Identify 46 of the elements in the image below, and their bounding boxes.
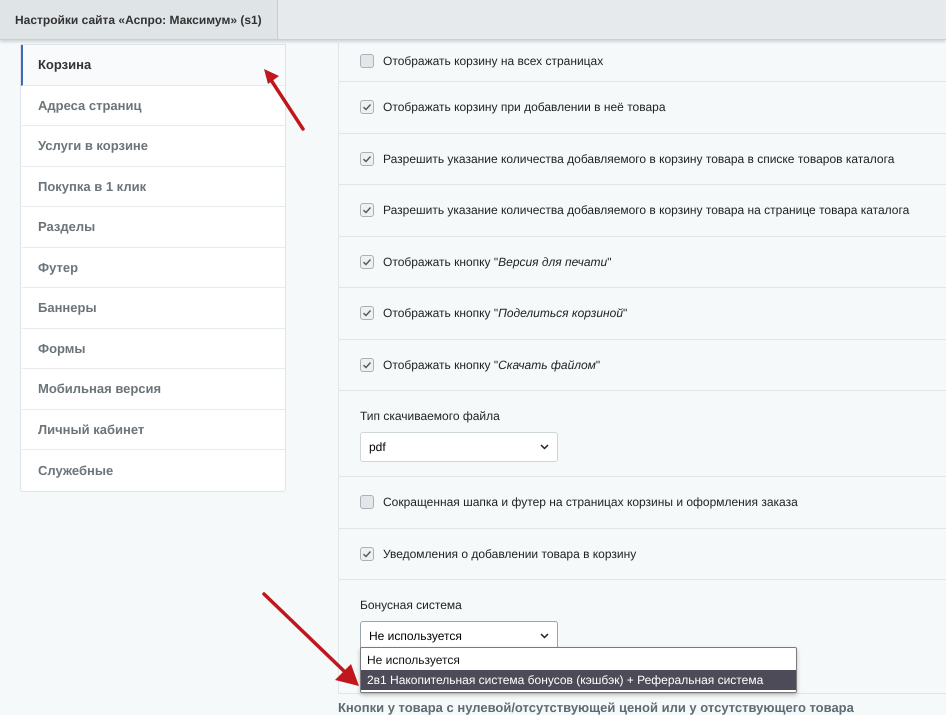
field-label: Тип скачиваемого файла xyxy=(360,408,500,425)
chevron-icon xyxy=(540,444,549,450)
field-label: Бонусная система xyxy=(360,597,462,614)
checkbox[interactable] xyxy=(360,546,374,561)
sidebar-item[interactable]: Мобильная версия xyxy=(21,369,285,410)
sidebar-item[interactable]: Футер xyxy=(21,248,285,288)
checkbox[interactable] xyxy=(360,306,374,320)
option-label: Сокращенная шапка и футер на страницах корзины и оформления заказа xyxy=(383,494,798,512)
option-label: Разрешить указание количества добавляемого в корзину товара на странице товара каталога xyxy=(383,202,910,220)
checkmark-icon xyxy=(362,548,372,559)
settings-tab[interactable]: Настройки сайта «Аспро: Максимум» (s1) xyxy=(0,0,278,39)
dropdown-option[interactable]: 2в1 Накопительная система бонусов (кэшбэк) + Реферальная система xyxy=(361,670,796,690)
option-label: Отображать корзину при добавлении в неё товара xyxy=(383,99,666,116)
checkbox[interactable] xyxy=(360,152,374,166)
checkbox[interactable] xyxy=(360,54,374,68)
checkbox[interactable] xyxy=(360,495,374,510)
checkmark-icon xyxy=(362,154,372,164)
chevron-icon xyxy=(540,633,549,639)
checkmark-icon xyxy=(362,102,372,112)
sidebar-item[interactable]: Услуги в корзине xyxy=(21,126,285,166)
option-label: Уведомления о добавлении товара в корзину xyxy=(383,546,636,563)
checkmark-icon xyxy=(362,308,372,318)
sidebar-item[interactable]: Баннеры xyxy=(21,288,285,328)
checkbox[interactable] xyxy=(360,358,374,372)
dropdown-select[interactable]: pdf xyxy=(360,432,558,462)
sidebar-item[interactable]: Разделы xyxy=(21,207,285,248)
sidebar-item[interactable]: Корзина xyxy=(21,45,285,86)
checkmark-icon xyxy=(362,205,372,216)
sidebar-item[interactable]: Адреса страниц xyxy=(21,86,285,126)
option-label: Отображать кнопку "Скачать файлом" xyxy=(383,356,600,374)
option-label: Разрешить указание количества добавляемого в корзину товара в списке товаров каталога xyxy=(383,150,894,168)
option-label: Отображать корзину на всех страницах xyxy=(383,52,604,70)
checkbox[interactable] xyxy=(360,203,374,218)
option-label: Отображать кнопку "Версия для печати" xyxy=(383,254,612,271)
sidebar-item[interactable]: Формы xyxy=(21,328,285,369)
checkbox[interactable] xyxy=(360,100,374,114)
checkmark-icon xyxy=(362,360,372,370)
section-heading: Кнопки у товара с нулевой/отсутствующей ценой или у отсутствующего товара xyxy=(338,699,854,715)
option-label: Отображать кнопку "Поделиться корзиной" xyxy=(383,305,628,322)
sidebar-item[interactable]: Покупка в 1 клик xyxy=(21,166,285,207)
arrow-drawing xyxy=(262,66,306,132)
sidebar-item[interactable]: Личный кабинет xyxy=(21,410,285,450)
checkbox[interactable] xyxy=(360,254,374,269)
checkmark-icon xyxy=(362,256,372,267)
sidebar-item[interactable]: Служебные xyxy=(21,450,285,490)
dropdown-option[interactable]: Не используется xyxy=(361,650,796,670)
